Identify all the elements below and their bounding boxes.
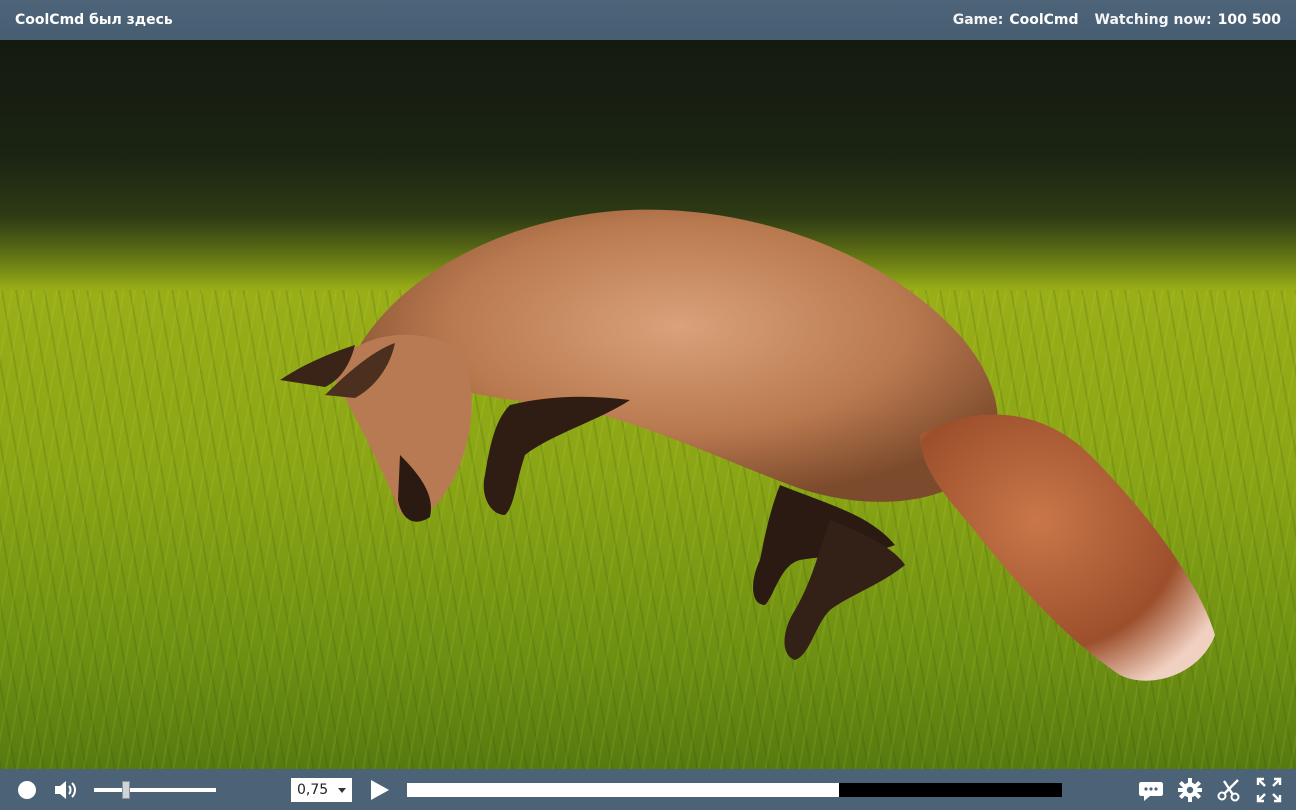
gear-icon[interactable] bbox=[1177, 777, 1203, 803]
progress-bar[interactable] bbox=[407, 783, 1062, 797]
scissors-icon[interactable] bbox=[1216, 777, 1242, 803]
playback-speed-value: 0,75 bbox=[297, 782, 329, 798]
watching-label: Watching now: bbox=[1094, 12, 1212, 28]
stream-meta: Game: CoolCmd Watching now: 100 500 bbox=[953, 12, 1281, 28]
watching-count: 100 500 bbox=[1217, 12, 1281, 28]
playback-speed-select[interactable]: 0,75 bbox=[291, 778, 352, 802]
volume-slider-handle[interactable] bbox=[121, 781, 130, 799]
top-bar: CoolCmd был здесь Game: CoolCmd Watching… bbox=[0, 0, 1296, 40]
stream-title: CoolCmd был здесь bbox=[15, 12, 173, 28]
record-dot-icon[interactable] bbox=[18, 781, 36, 799]
video-frame[interactable] bbox=[0, 40, 1296, 769]
chevron-down-icon bbox=[338, 787, 346, 793]
volume-slider-track[interactable] bbox=[94, 788, 216, 792]
play-icon[interactable] bbox=[369, 778, 391, 802]
player-controls: 0,75 bbox=[0, 769, 1296, 810]
game-value[interactable]: CoolCmd bbox=[1009, 12, 1078, 28]
game-label: Game: bbox=[952, 12, 1004, 28]
progress-fill bbox=[407, 783, 840, 797]
fullscreen-icon[interactable] bbox=[1256, 777, 1282, 803]
fox-image bbox=[280, 209, 1215, 681]
speaker-icon[interactable] bbox=[53, 778, 79, 802]
chat-bubble-icon[interactable] bbox=[1138, 777, 1164, 803]
